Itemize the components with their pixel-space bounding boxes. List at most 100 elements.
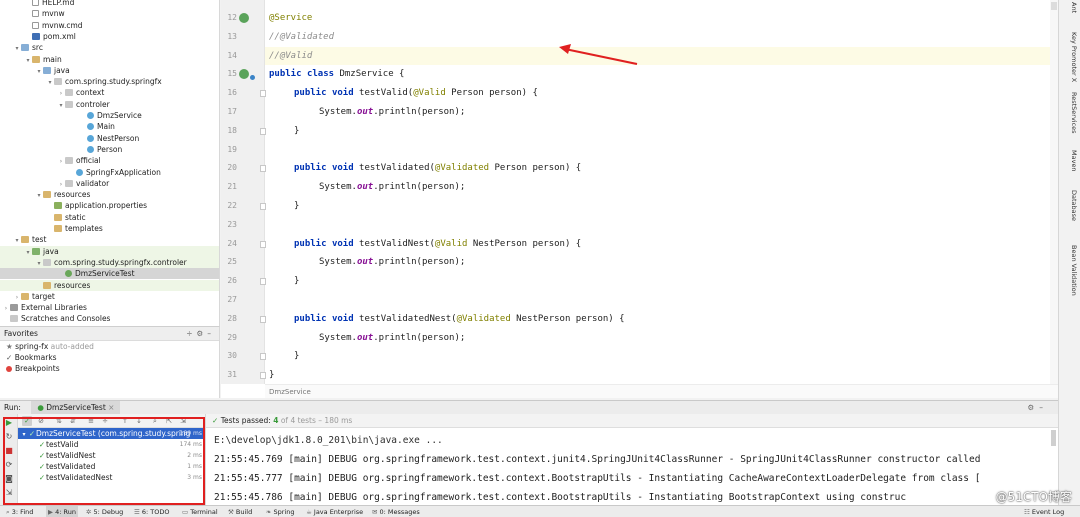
code-line[interactable]: public void testValid(@Valid Person pers… — [269, 84, 538, 103]
tree-item[interactable]: templates — [0, 223, 219, 234]
gear-icon[interactable]: ⚙ — [197, 329, 208, 338]
tree-item[interactable]: DmzServiceTest — [0, 268, 219, 280]
tree-item[interactable]: ▾ java — [0, 245, 219, 257]
right-tab[interactable]: Database — [1062, 190, 1078, 221]
code-line[interactable]: //@Validated — [269, 28, 334, 47]
tree-item[interactable]: mvnw — [0, 8, 219, 19]
editor-scrollbar[interactable] — [1050, 0, 1058, 384]
code-line[interactable]: @Service — [269, 9, 312, 28]
stop-icon[interactable]: ■ — [4, 446, 14, 456]
toolwindow-button[interactable]: ✉ 0: Messages — [372, 506, 420, 517]
toolwindow-button[interactable]: ✲ 5: Debug — [86, 506, 123, 517]
toolwindow-button[interactable]: ⚒ Build — [228, 506, 252, 517]
tree-item[interactable]: › context — [0, 87, 219, 98]
scrollbar-thumb[interactable] — [1051, 2, 1057, 10]
tree-item[interactable]: ▾ main — [0, 54, 219, 65]
camera-icon[interactable]: ◙ — [4, 474, 14, 484]
tree-item[interactable]: › validator — [0, 178, 219, 189]
test-results-tree[interactable]: ✓ ⊘ ⇅ ⇵ ≡ ÷ ↑ ↓ ⌕ ⇱ ⇲ ▾ ✓DmzServiceTest (… — [18, 414, 206, 505]
rerun-icon[interactable]: ▶ — [4, 418, 14, 428]
tree-item[interactable]: ▾ java — [0, 65, 219, 76]
tree-item[interactable]: static — [0, 212, 219, 223]
code-line[interactable]: } — [269, 272, 299, 291]
toolwindow-button[interactable]: ☰ 6: TODO — [134, 506, 170, 517]
code-line[interactable]: public class DmzService { — [269, 65, 404, 84]
right-tab[interactable]: Key Promoter X — [1062, 32, 1078, 82]
tree-item[interactable]: Main — [0, 121, 219, 132]
favorites-tools[interactable]: ÷⚙– — [186, 327, 215, 341]
tree-item[interactable]: HELP.md — [0, 0, 219, 8]
tree-item[interactable]: ▾ src — [0, 42, 219, 53]
test-row[interactable]: ✓testValid 174 ms — [18, 439, 205, 450]
console-output[interactable]: ✓ Tests passed: 4 of 4 tests – 180 ms E:… — [206, 414, 1058, 505]
minimize-icon[interactable]: – — [1039, 403, 1048, 412]
show-passed-icon[interactable]: ✓ — [22, 416, 32, 426]
favorites-item-bookmarks[interactable]: ✓ Bookmarks — [0, 352, 219, 363]
right-tab[interactable]: RestServices — [1062, 92, 1078, 134]
code-line[interactable]: public void testValidatedNest(@Validated… — [269, 310, 625, 329]
tree-item[interactable]: › target — [0, 291, 219, 302]
code-line[interactable]: System.out.println(person); — [269, 103, 465, 122]
test-row[interactable]: ✓testValidated 1 ms — [18, 461, 205, 472]
next-test-icon[interactable]: ↓ — [134, 416, 144, 426]
code-line[interactable]: } — [269, 197, 299, 216]
editor-gutter[interactable]: 12 13 14 15 16 17 18 19 20 21 22 23 24 25 26 27 28 29 30 31 — [221, 0, 266, 384]
spring-bean-icon[interactable] — [239, 13, 249, 23]
tree-item[interactable]: Scratches and Consoles — [0, 313, 219, 324]
previous-test-icon[interactable]: ↑ — [120, 416, 130, 426]
tree-item[interactable]: mvnw.cmd — [0, 20, 219, 31]
code-editor[interactable]: 12 13 14 15 16 17 18 19 20 21 22 23 24 25 26 27 28 29 30 31… — [221, 0, 1058, 398]
code-line[interactable]: //@Valid — [269, 47, 312, 66]
code-line[interactable]: } — [269, 347, 299, 366]
toolwindow-button[interactable]: ❧ Spring — [266, 506, 295, 517]
import-icon[interactable]: ⇲ — [178, 416, 188, 426]
toolwindow-button[interactable]: ⌕ 3: Find — [6, 506, 33, 517]
sort-duration-icon[interactable]: ⇵ — [68, 416, 78, 426]
pin-icon[interactable]: ⇲ — [4, 488, 14, 498]
spring-bean-icon[interactable] — [239, 69, 249, 80]
test-suite-row[interactable]: ▾ ✓DmzServiceTest (com.spring.study.sprin… — [18, 428, 205, 439]
tree-item[interactable]: ▾ resources — [0, 189, 219, 200]
favorites-item-breakpoints[interactable]: Breakpoints — [0, 363, 219, 374]
test-run-icon[interactable] — [250, 75, 255, 81]
code-line[interactable]: System.out.println(person); — [269, 329, 465, 348]
code-line[interactable]: public void testValidated(@Validated Per… — [269, 159, 581, 178]
code-area[interactable]: @Service//@Validated//@Valid public class… — [265, 0, 1058, 384]
toolwindow-button[interactable]: ☕ Java Enterprise — [306, 506, 363, 517]
tree-item[interactable]: Person — [0, 144, 219, 155]
code-line[interactable]: } — [269, 366, 274, 385]
tree-item[interactable]: resources — [0, 279, 219, 291]
tree-item[interactable]: DmzService — [0, 110, 219, 121]
right-tab[interactable]: Ant — [1062, 2, 1078, 13]
tree-item[interactable]: › External Libraries — [0, 302, 219, 313]
test-row[interactable]: ✓testValidatedNest 3 ms — [18, 472, 205, 483]
minimize-icon[interactable]: – — [207, 329, 215, 338]
toggle-auto-test-icon[interactable]: ⟳ — [4, 460, 14, 470]
right-tab[interactable]: Maven — [1062, 150, 1078, 172]
toolwindow-button[interactable]: ▭ Terminal — [182, 506, 218, 517]
rerun-failed-icon[interactable]: ↻ — [4, 432, 14, 442]
console-scrollbar[interactable] — [1051, 430, 1056, 446]
run-tab-dmzservicetest[interactable]: ● DmzServiceTest × — [31, 401, 121, 415]
code-line[interactable]: public void testValidNest(@Valid NestPer… — [269, 235, 581, 254]
export-icon[interactable]: ⇱ — [164, 416, 174, 426]
sort-alpha-icon[interactable]: ⇅ — [54, 416, 64, 426]
code-line[interactable]: System.out.println(person); — [269, 178, 465, 197]
code-line[interactable]: System.out.println(person); — [269, 253, 465, 272]
right-tab[interactable]: Bean Validation — [1062, 245, 1078, 296]
tree-item[interactable]: › official — [0, 155, 219, 166]
close-icon[interactable]: × — [108, 403, 114, 412]
gear-icon[interactable]: ⚙ — [1028, 403, 1040, 412]
favorites-item-project[interactable]: ★ spring-fx auto-added — [0, 341, 219, 352]
editor-breadcrumb[interactable]: DmzService — [265, 384, 1058, 398]
tree-item[interactable]: SpringFxApplication — [0, 167, 219, 178]
collapse-icon[interactable]: ÷ — [186, 329, 196, 338]
test-row[interactable]: ✓testValidNest 2 ms — [18, 450, 205, 461]
tree-item[interactable]: ▾ com.spring.study.springfx.controler — [0, 256, 219, 269]
tree-item[interactable]: pom.xml — [0, 31, 219, 42]
toolwindow-button[interactable]: ☷ Event Log — [1024, 506, 1064, 517]
expand-all-icon[interactable]: ≡ — [86, 416, 96, 426]
tree-item[interactable]: ▾ controler — [0, 99, 219, 110]
tree-item[interactable]: ▾ com.spring.study.springfx — [0, 76, 219, 87]
tree-item[interactable]: application.properties — [0, 200, 219, 211]
